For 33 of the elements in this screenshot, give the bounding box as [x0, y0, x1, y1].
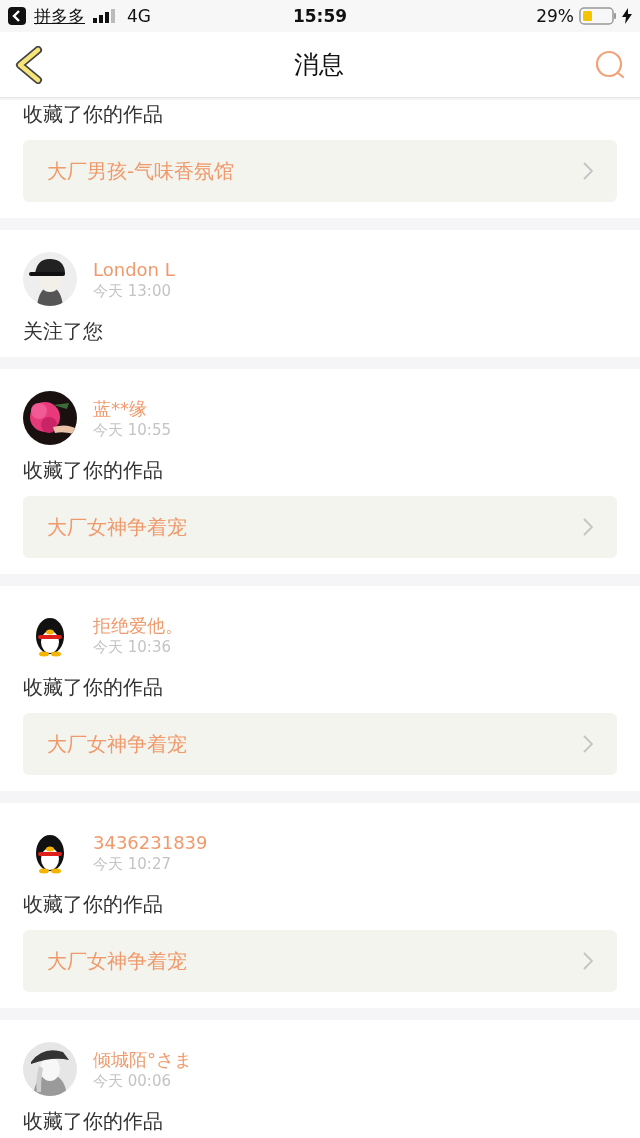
back-icon[interactable]: [14, 45, 44, 84]
work-link[interactable]: 大厂女神争着宠: [23, 496, 617, 558]
user-name[interactable]: 蓝**缘: [93, 398, 171, 420]
work-link[interactable]: 大厂女神争着宠: [23, 713, 617, 775]
message-time: 今天 10:36: [93, 637, 172, 657]
chevron-icon: [583, 735, 593, 753]
message-text: 收藏了你的作品: [23, 674, 164, 701]
message-text: 关注了您: [23, 318, 104, 345]
back-icon[interactable]: [8, 7, 26, 25]
message-time: 今天 13:00: [93, 281, 172, 301]
message-time: 今天 10:27: [93, 854, 172, 874]
user-name[interactable]: London L: [93, 259, 175, 281]
charging-icon: [622, 8, 632, 24]
status-time: 15:59: [292, 6, 348, 26]
user-name[interactable]: 倾城陌°さま: [93, 1049, 192, 1071]
message-text: 收藏了你的作品: [23, 457, 164, 484]
chevron-icon: [583, 162, 593, 180]
chevron-icon: [583, 518, 593, 536]
chevron-icon: [583, 952, 593, 970]
message-time: 今天 00:06: [93, 1071, 172, 1091]
message-text: 收藏了你的作品: [23, 1108, 164, 1135]
user-name[interactable]: 拒绝爱他。: [93, 615, 183, 637]
page-title: 消息: [294, 49, 344, 81]
back-app-link[interactable]: 拼多多: [34, 4, 85, 28]
message-text: 收藏了你的作品: [23, 101, 164, 128]
user-name[interactable]: 3436231839: [93, 832, 208, 854]
carrier-label: 4G: [127, 6, 151, 26]
work-link[interactable]: 大厂男孩-气味香氛馆: [23, 140, 617, 202]
work-link[interactable]: 大厂女神争着宠: [23, 930, 617, 992]
battery-percent: 29%: [536, 6, 574, 26]
battery-icon: [579, 7, 617, 25]
message-text: 收藏了你的作品: [23, 891, 164, 918]
message-time: 今天 10:55: [93, 420, 171, 440]
